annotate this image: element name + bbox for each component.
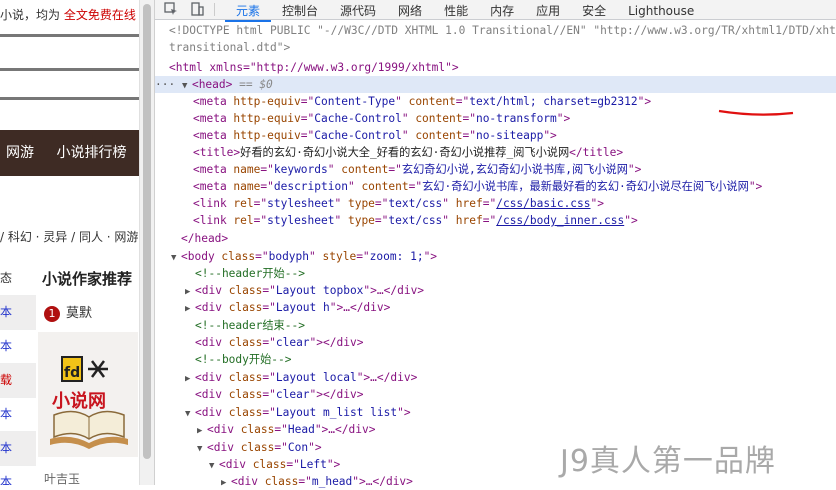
writer-item[interactable]: 叶吉玉 [44,470,80,485]
svg-text:fd: fd [64,365,80,381]
dom-comment[interactable]: <!--body开始--> [195,351,836,368]
triangle-down-icon[interactable]: ▼ [209,458,219,473]
list-item[interactable]: 本 [0,330,36,364]
dom-comment[interactable]: <!--header开始--> [195,265,836,282]
dom-node-html[interactable]: <html xmlns="http://www.w3.org/1999/xhtm… [169,59,836,76]
tab-network[interactable]: 网络 [387,3,433,22]
tab-lighthouse[interactable]: Lighthouse [617,3,705,22]
status-column: 态 本 本 载 本 本 本 [0,262,36,485]
writer-name[interactable]: 莫默 [66,306,92,321]
novel-site-logo-icon: fd 小说网 [50,356,128,449]
more-dots-icon[interactable]: ··· [155,78,182,91]
triangle-down-icon[interactable]: ▼ [185,406,195,421]
dom-node-div[interactable]: ▶ <div class="Layout h">…</div> [185,299,836,316]
divider-line [0,68,139,71]
dom-node-doctype[interactable]: <!DOCTYPE html PUBLIC "-//W3C//DTD XHTML… [169,22,836,39]
triangle-down-icon[interactable]: ▼ [171,250,181,265]
nav-item-wangyou[interactable]: 网游 [6,130,34,176]
dom-comment[interactable]: <!--header结束--> [195,317,836,334]
triangle-down-icon[interactable]: ▼ [182,78,192,93]
dom-node-head-selected[interactable]: ··· ▼ <head> == $0 [155,76,836,93]
main-nav: 网游 小说排行榜 [0,130,139,176]
dom-node-head-close[interactable]: </head> [181,230,836,247]
category-links[interactable]: / 科幻 · 灵异 / 同人 · 网游 [0,228,138,245]
dom-node-meta-description[interactable]: <meta name="description" content="玄幻·奇幻小… [193,178,836,195]
triangle-right-icon[interactable]: ▶ [197,423,207,438]
dom-node-doctype-cont[interactable]: transitional.dtd"> [169,39,836,56]
dom-node-div[interactable]: ▶ <div class="Layout local">…</div> [185,369,836,386]
list-item: 态 [0,262,36,296]
page-scrollbar[interactable] [139,0,154,485]
red-underline-annotation [718,109,794,116]
devtools-panel: 元素 控制台 源代码 网络 性能 内存 应用 安全 Lighthouse <!DOCTYPE h… [155,0,836,488]
dom-node-div[interactable]: ▶ <div class="Layout topbox">…</div> [185,282,836,299]
divider-line [0,34,139,37]
triangle-down-icon[interactable]: ▼ [197,441,207,456]
triangle-right-icon[interactable]: ▶ [221,475,231,490]
tab-sources[interactable]: 源代码 [329,3,387,22]
tab-security[interactable]: 安全 [571,3,617,22]
scrollbar-thumb[interactable] [143,4,151,459]
free-reading-link[interactable]: 全文免费在线 [64,8,136,22]
inspect-element-icon[interactable] [163,2,179,17]
list-item[interactable]: 本 [0,398,36,432]
web-page-viewport: 小说，均为 全文免费在线 网游 小说排行榜 / 科幻 · 灵异 / 同人 · 网… [0,0,139,485]
list-item[interactable]: 本 [0,432,36,466]
writer-recommend-title: 小说作家推荐 [42,270,133,288]
toolbar-separator [214,3,215,16]
writer-item[interactable]: 1 莫默 [44,302,92,322]
dom-node-meta-keywords[interactable]: <meta name="keywords" content="玄幻奇幻小说,玄幻… [193,161,836,178]
dom-node-title[interactable]: <title>好看的玄幻·奇幻小说大全_好看的玄幻·奇幻小说推荐_阅飞小说网</… [193,144,836,161]
css-link[interactable]: /css/body_inner.css [496,214,624,227]
nav-item-ranking[interactable]: 小说排行榜 [56,130,126,176]
tab-elements[interactable]: 元素 [225,3,272,22]
dom-node-link[interactable]: <link rel="stylesheet" type="text/css" h… [193,212,836,229]
list-item[interactable]: 载 [0,364,36,398]
dom-node-meta[interactable]: <meta http-equiv="Cache-Control" content… [193,127,836,144]
devtools-tabs: 元素 控制台 源代码 网络 性能 内存 应用 安全 Lighthouse [225,0,705,22]
dom-node-body[interactable]: ▼ <body class="bodyph" style="zoom: 1;"> [171,248,836,265]
svg-text:小说网: 小说网 [52,390,106,412]
tab-performance[interactable]: 性能 [433,3,479,22]
divider-line [0,97,139,100]
device-toolbar-icon[interactable] [189,2,205,17]
css-link[interactable]: /css/basic.css [496,197,590,210]
tab-memory[interactable]: 内存 [479,3,525,22]
triangle-right-icon[interactable]: ▶ [185,284,195,299]
watermark-text: J9真人第一品牌 [560,444,776,479]
list-item[interactable]: 本 [0,466,36,485]
rank-badge: 1 [44,306,60,322]
triangle-right-icon[interactable]: ▶ [185,301,195,316]
tab-application[interactable]: 应用 [525,3,571,22]
triangle-right-icon[interactable]: ▶ [185,371,195,386]
dom-node-div[interactable]: <div class="clear"></div> [195,386,836,403]
dom-node-div[interactable]: ▼ <div class="Layout m_list list"> [185,404,836,421]
devtools-toolbar: 元素 控制台 源代码 网络 性能 内存 应用 安全 Lighthouse [155,0,836,22]
tab-console[interactable]: 控制台 [271,3,329,22]
list-item[interactable]: 本 [0,296,36,330]
dom-node-div[interactable]: <div class="clear"></div> [195,334,836,351]
notice-text: 小说，均为 全文免费在线 [0,8,136,22]
dom-node-link[interactable]: <link rel="stylesheet" type="text/css" h… [193,195,836,212]
